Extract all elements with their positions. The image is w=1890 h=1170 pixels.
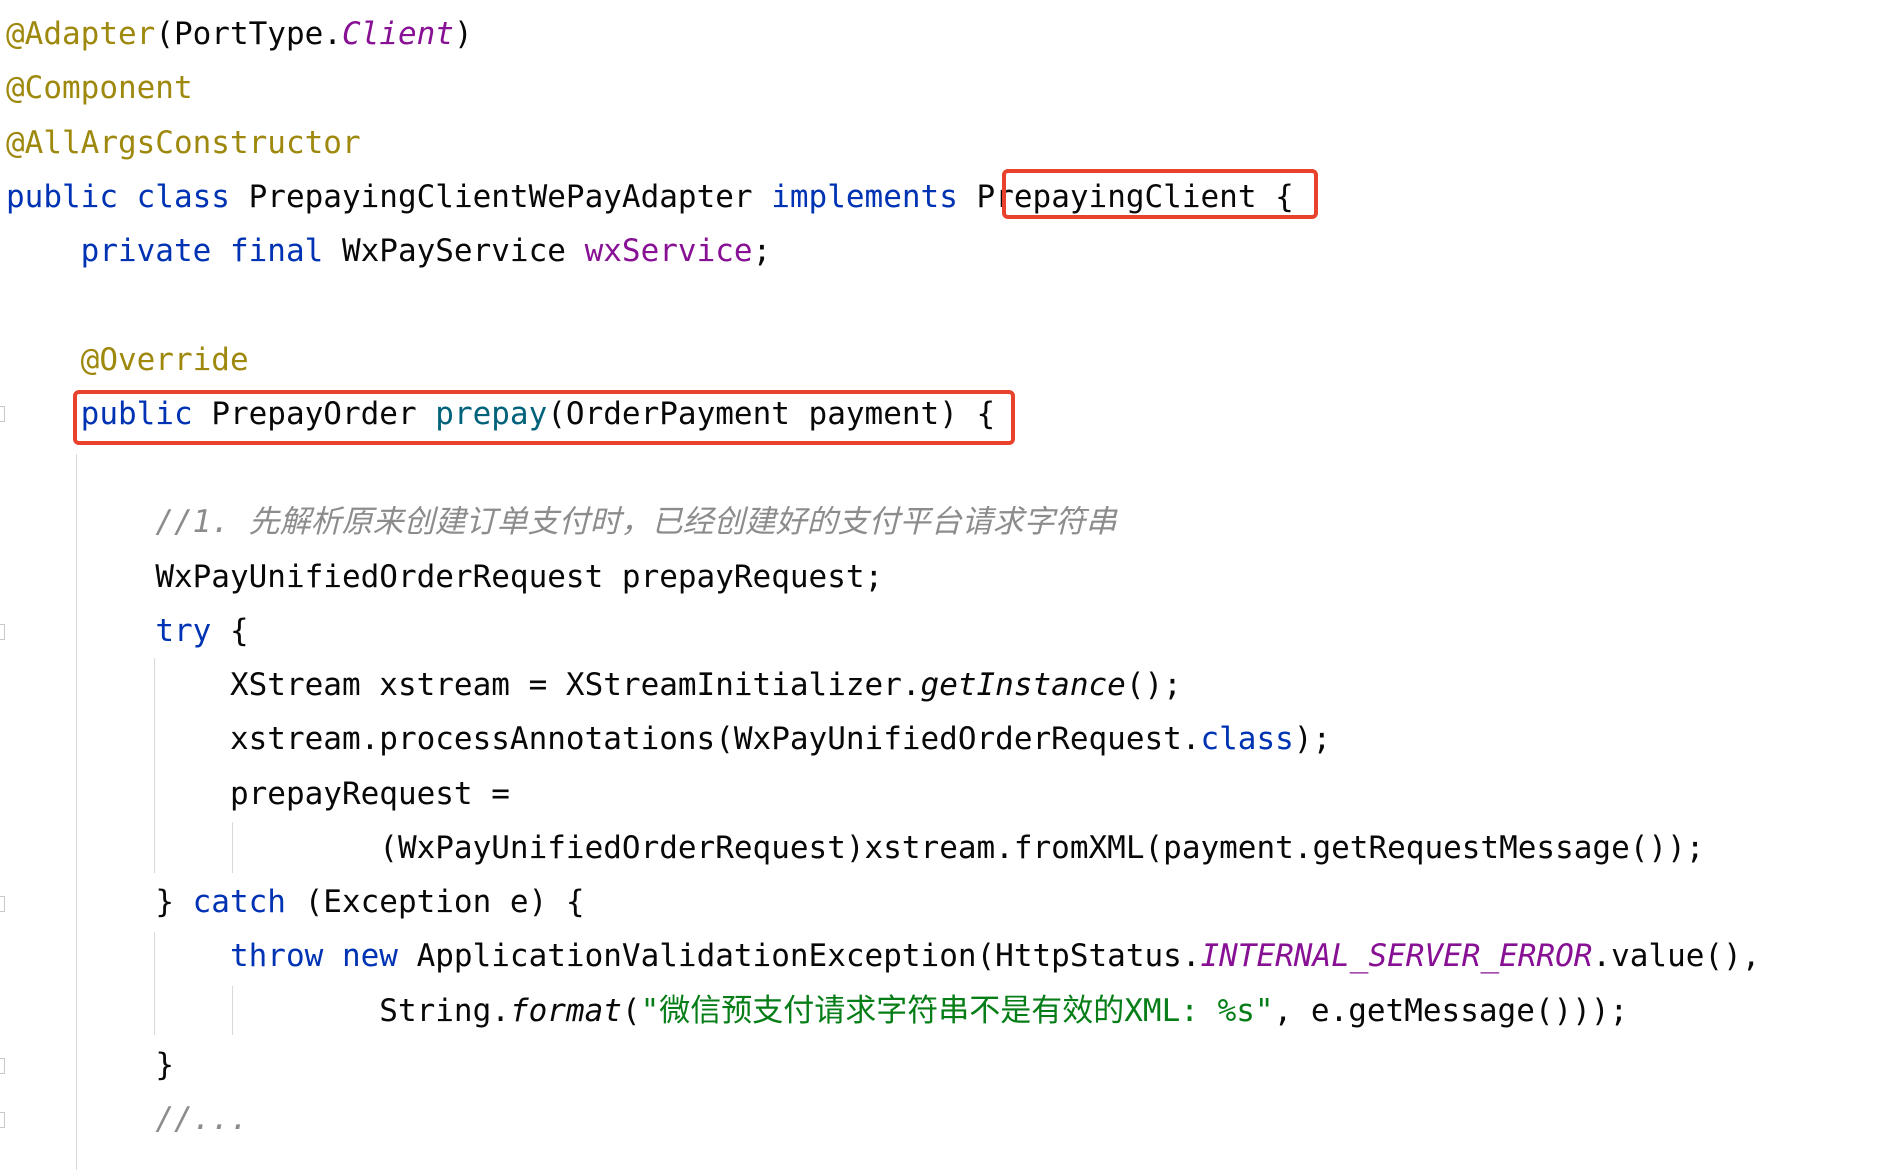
code-token: String. (379, 992, 510, 1029)
code-token: PrepayingClientWePayAdapter (248, 178, 772, 215)
code-token: ; (752, 233, 772, 269)
code-line[interactable]: private final WxPayService wxService; (6, 224, 1760, 278)
code-token: format (509, 992, 622, 1029)
code-token: (PortType. (155, 16, 342, 52)
code-editor[interactable]: @Adapter(PortType.Client) @Component @AllA… (6, 7, 1760, 1146)
code-token: try (155, 612, 230, 649)
code-token: .value(), (1592, 938, 1761, 975)
code-token: Client (341, 16, 454, 52)
code-token: WxPayService (341, 233, 585, 269)
code-token: catch (192, 884, 305, 920)
code-line[interactable]: XStream xstream = XStreamInitializer.get… (6, 658, 1760, 712)
code-line[interactable] (6, 441, 1760, 495)
code-line[interactable]: public class PrepayingClientWePayAdapter… (6, 170, 1760, 224)
code-token: @Adapter (6, 16, 156, 52)
code-token: ( (621, 992, 641, 1029)
code-line[interactable]: (WxPayUnifiedOrderRequest)xstream.fromXM… (6, 821, 1760, 875)
code-token: (Exception e) { (304, 884, 585, 920)
fold-marker-icon[interactable] (0, 1112, 5, 1128)
code-line[interactable] (6, 278, 1760, 332)
fold-marker-icon[interactable] (0, 1058, 5, 1074)
code-token: ); (1293, 721, 1332, 758)
code-token: , e.getMessage())); (1273, 992, 1629, 1029)
code-token: WxPayUnifiedOrderRequest prepayRequest; (155, 558, 884, 595)
code-token: (); (1125, 667, 1182, 703)
code-token: INTERNAL_SERVER_ERROR (1200, 938, 1593, 975)
code-token: "微信预支付请求字符串不是有效的XML: %s" (640, 992, 1274, 1029)
code-token: ApplicationValidationException(HttpStatu… (416, 938, 1201, 975)
code-token: @AllArgsConstructor (6, 124, 361, 161)
code-token: class (1200, 721, 1294, 758)
highlight-box-method-signature (73, 390, 1015, 445)
code-token: @Component (6, 70, 193, 107)
code-line[interactable]: throw new ApplicationValidationException… (6, 929, 1760, 983)
code-token: public class (6, 178, 249, 215)
code-line[interactable]: @Component (6, 61, 1760, 115)
code-token: @Override (80, 341, 249, 378)
code-line[interactable]: @AllArgsConstructor (6, 116, 1760, 170)
code-line[interactable]: @Adapter(PortType.Client) (6, 7, 1760, 61)
code-token: wxService (584, 233, 753, 269)
code-line[interactable]: } catch (Exception e) { (6, 875, 1760, 929)
code-token: } (155, 1046, 174, 1083)
fold-marker-icon[interactable] (0, 896, 5, 912)
code-line[interactable]: //... (6, 1092, 1760, 1146)
code-token: getInstance (920, 667, 1126, 703)
code-line[interactable]: prepayRequest = (6, 767, 1760, 821)
code-token: throw new (229, 938, 417, 975)
code-token: xstream.processAnnotations(WxPayUnifiedO… (229, 721, 1201, 758)
code-token: private final (80, 233, 342, 269)
code-token: } (155, 884, 193, 920)
fold-marker-icon[interactable] (0, 624, 5, 640)
highlight-box-interface (1002, 169, 1318, 219)
code-token: //1. 先解析原来创建订单支付时，已经创建好的支付平台请求字符串 (155, 504, 1117, 541)
code-line[interactable]: xstream.processAnnotations(WxPayUnifiedO… (6, 712, 1760, 766)
code-token: XStream xstream = XStreamInitializer. (229, 667, 921, 703)
code-token: (WxPayUnifiedOrderRequest)xstream.fromXM… (379, 829, 1705, 866)
code-token: ) (453, 16, 473, 52)
code-line[interactable]: //1. 先解析原来创建订单支付时，已经创建好的支付平台请求字符串 (6, 495, 1760, 549)
code-line[interactable]: WxPayUnifiedOrderRequest prepayRequest; (6, 550, 1760, 604)
code-line[interactable]: String.format("微信预支付请求字符串不是有效的XML: %s", … (6, 984, 1760, 1038)
code-token: //... (155, 1101, 249, 1137)
fold-marker-icon[interactable] (0, 406, 5, 422)
code-line[interactable]: } (6, 1038, 1760, 1092)
code-line[interactable]: try { (6, 604, 1760, 658)
code-line[interactable]: @Override (6, 333, 1760, 387)
code-token: implements (771, 178, 977, 215)
code-token: { (229, 612, 249, 649)
code-token: prepayRequest = (229, 775, 510, 812)
